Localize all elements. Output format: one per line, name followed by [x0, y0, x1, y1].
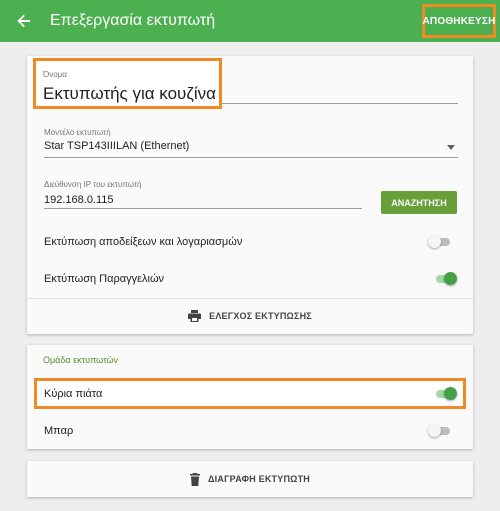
print-orders-label: Εκτύπωση Παραγγελιών — [44, 273, 165, 285]
save-button[interactable]: ΑΠΟΘΗΚΕΥΣΗ — [422, 4, 496, 38]
group-item-label: Μπαρ — [44, 425, 74, 437]
print-receipts-label: Εκτύπωση αποδείξεων και λογαριασμών — [44, 236, 243, 248]
name-input-underline — [222, 103, 458, 104]
trash-icon — [190, 472, 200, 486]
ip-address-input[interactable]: 192.168.0.115 — [44, 194, 114, 206]
dropdown-arrow-icon[interactable] — [447, 145, 455, 150]
model-select-underline — [44, 157, 458, 158]
group-item-toggle[interactable] — [434, 386, 457, 402]
search-button[interactable]: ΑΝΑΖΗΤΗΣΗ — [381, 191, 457, 214]
name-input[interactable]: Εκτυπωτής για κουζίνα — [43, 84, 216, 104]
print-orders-toggle[interactable] — [434, 271, 457, 287]
test-print-button[interactable]: ΕΛΕΓΧΟΣ ΕΚΤΥΠΩΣΗΣ — [27, 298, 473, 334]
delete-printer-label: ΔΙΑΓΡΑΦΗ ΕΚΤΥΠΩΤΗ — [208, 474, 310, 484]
group-item-label: Κύρια πιάτα — [44, 388, 103, 400]
printer-model-select[interactable]: Star TSP143IIILAN (Ethernet) — [44, 140, 189, 152]
page-title: Επεξεργασία εκτυπωτή — [50, 12, 216, 29]
printer-icon — [188, 310, 202, 322]
group-item-toggle[interactable] — [428, 423, 450, 439]
arrow-back-icon[interactable] — [12, 9, 36, 33]
test-print-label: ΕΛΕΓΧΟΣ ΕΚΤΥΠΩΣΗΣ — [209, 311, 312, 321]
printer-group-title: Ομάδα εκτυπωτών — [43, 355, 119, 365]
app-bar: Επεξεργασία εκτυπωτή ΑΠΟΘΗΚΕΥΣΗ — [0, 0, 500, 42]
print-receipts-toggle[interactable] — [428, 234, 450, 250]
ip-field-label: Διεύθυνση IP του εκτυπωτή — [44, 180, 142, 189]
ip-input-underline — [44, 208, 362, 209]
delete-printer-button[interactable]: ΔΙΑΓΡΑΦΗ ΕΚΤΥΠΩΤΗ — [27, 461, 473, 497]
model-field-label: Μοντέλο εκτυπωτή — [44, 128, 111, 137]
name-field-label: Όνομα — [43, 70, 67, 79]
